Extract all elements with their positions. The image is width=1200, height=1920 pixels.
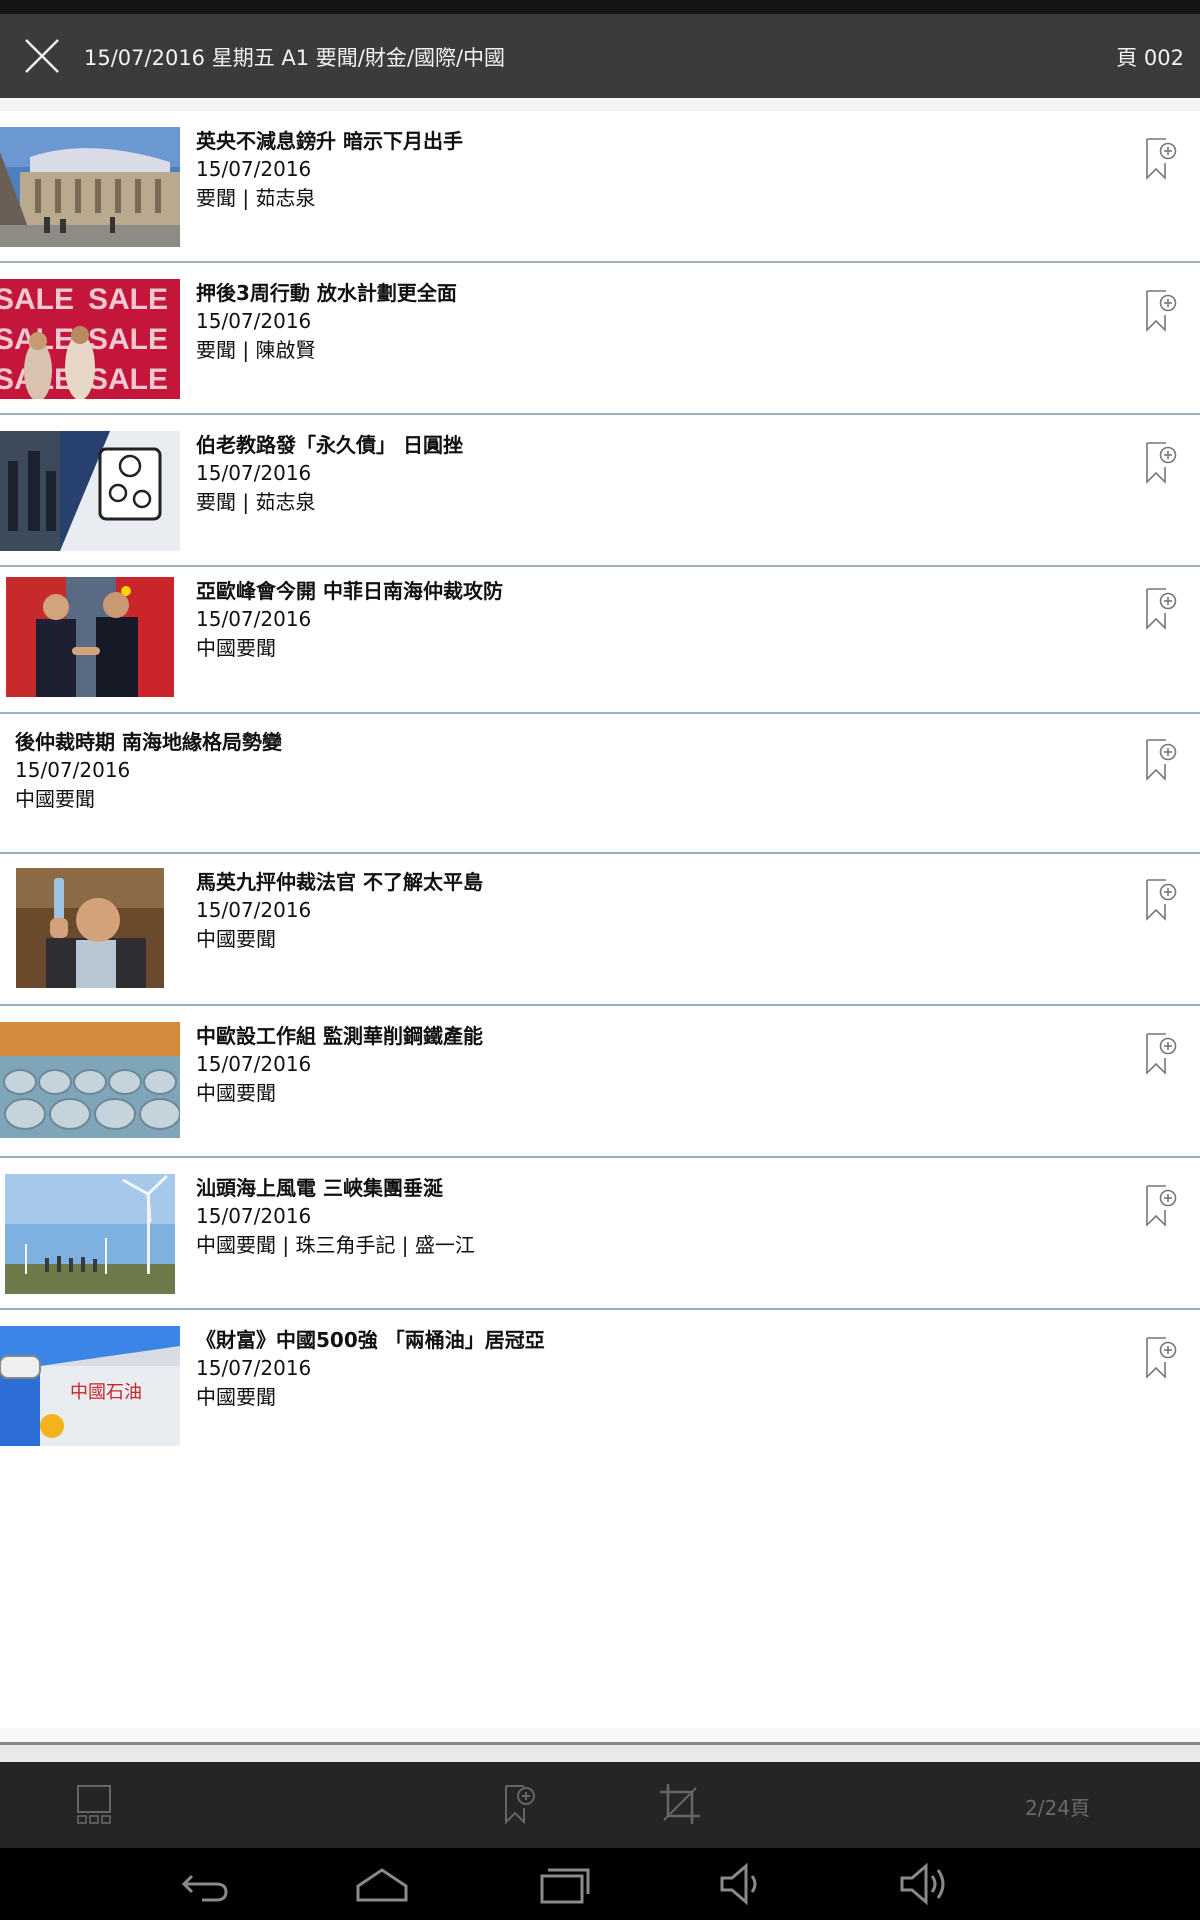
ma-ying-jeou-photo <box>16 868 164 988</box>
article-item[interactable]: 英央不減息鎊升 暗示下月出手 15/07/2016 要聞 | 茹志泉 <box>0 111 1200 263</box>
article-date: 15/07/2016 <box>196 1204 312 1228</box>
article-item[interactable]: 中國石油 《財富》中國500強 「兩桶油」居冠亞 15/07/2016 中國要聞 <box>0 1310 1200 1450</box>
page-counter: 2/24頁 <box>1025 1796 1090 1820</box>
article-item[interactable]: 馬英九抨仲裁法官 不了解太平島 15/07/2016 中國要聞 <box>0 854 1200 1006</box>
article-section-author: 中國要聞 <box>196 636 276 660</box>
steel-coils-photo <box>0 1022 180 1138</box>
list-top-strip <box>0 98 1200 111</box>
petrochina-photo: 中國石油 <box>0 1326 180 1446</box>
article-date: 15/07/2016 <box>196 157 312 181</box>
leaders-handshake-photo <box>6 577 174 697</box>
newspaper-page-edge <box>0 1742 1200 1763</box>
article-headline[interactable]: 伯老教路發「永久債」 日圓挫 <box>196 431 463 459</box>
article-headline[interactable]: 亞歐峰會今開 中菲日南海仲裁攻防 <box>196 577 503 605</box>
crop-icon[interactable] <box>658 1782 702 1826</box>
article-item[interactable]: 伯老教路發「永久債」 日圓挫 15/07/2016 要聞 | 茹志泉 <box>0 415 1200 567</box>
article-date: 15/07/2016 <box>196 898 312 922</box>
bookmark-add-icon[interactable] <box>1144 587 1178 631</box>
article-date: 15/07/2016 <box>196 461 312 485</box>
bookmark-add-icon[interactable] <box>1144 137 1178 181</box>
bookmark-add-icon[interactable] <box>1144 441 1178 485</box>
article-headline[interactable]: 馬英九抨仲裁法官 不了解太平島 <box>196 868 483 896</box>
article-item[interactable]: SALESALE SALESALE SALESALE 押後3周行動 放水計劃更全… <box>0 263 1200 415</box>
article-headline[interactable]: 中歐設工作組 監測華削鋼鐵產能 <box>196 1022 483 1050</box>
article-section-author: 中國要聞 | 珠三角手記 | 盛一江 <box>196 1233 475 1257</box>
volume-down-icon[interactable] <box>712 1862 772 1906</box>
issue-title: 15/07/2016 星期五 A1 要聞/財金/國際/中國 <box>84 46 506 70</box>
page-preview-strip <box>0 1728 1200 1763</box>
article-date: 15/07/2016 <box>15 758 131 782</box>
currency-sign-photo <box>0 431 180 551</box>
bank-of-england-photo <box>0 127 180 247</box>
wind-turbine-photo <box>5 1174 175 1294</box>
close-icon[interactable] <box>22 36 62 76</box>
article-headline[interactable]: 後仲裁時期 南海地緣格局勢變 <box>15 728 282 756</box>
article-section-author: 中國要聞 <box>196 1385 276 1409</box>
article-item[interactable]: 汕頭海上風電 三峽集團垂涎 15/07/2016 中國要聞 | 珠三角手記 | … <box>0 1158 1200 1310</box>
bookmark-add-icon[interactable] <box>1144 878 1178 922</box>
article-section-author: 中國要聞 <box>196 927 276 951</box>
bookmark-add-icon[interactable] <box>498 1782 542 1826</box>
article-date: 15/07/2016 <box>196 1356 312 1380</box>
article-item[interactable]: 亞歐峰會今開 中菲日南海仲裁攻防 15/07/2016 中國要聞 <box>0 567 1200 714</box>
bookmark-add-icon[interactable] <box>1144 1184 1178 1228</box>
home-icon[interactable] <box>352 1862 412 1906</box>
svg-text:中國石油: 中國石油 <box>70 1382 142 1402</box>
top-app-bar: 15/07/2016 星期五 A1 要聞/財金/國際/中國 頁 002 <box>0 14 1200 98</box>
article-section-author: 要聞 | 茹志泉 <box>196 186 316 210</box>
bottom-toolbar: 2/24頁 <box>0 1762 1200 1848</box>
article-headline[interactable]: 汕頭海上風電 三峽集團垂涎 <box>196 1174 475 1202</box>
article-item[interactable]: 後仲裁時期 南海地緣格局勢變 15/07/2016 中國要聞 <box>0 714 1200 854</box>
thumbnail-grid-icon[interactable] <box>72 1782 116 1826</box>
bookmark-add-icon[interactable] <box>1144 738 1178 782</box>
back-icon[interactable] <box>172 1862 232 1906</box>
article-date: 15/07/2016 <box>196 309 312 333</box>
svg-text:SALE: SALE <box>88 283 168 316</box>
system-nav-bar <box>0 1848 1200 1920</box>
article-section-author: 中國要聞 <box>196 1081 276 1105</box>
svg-text:SALE: SALE <box>88 363 168 396</box>
sale-banner-photo: SALESALE SALESALE SALESALE <box>0 279 180 399</box>
article-headline[interactable]: 英央不減息鎊升 暗示下月出手 <box>196 127 463 155</box>
bookmark-add-icon[interactable] <box>1144 1032 1178 1076</box>
article-headline[interactable]: 押後3周行動 放水計劃更全面 <box>196 279 457 307</box>
status-bar <box>0 0 1200 14</box>
article-section-author: 中國要聞 <box>15 787 95 811</box>
article-section-author: 要聞 | 茹志泉 <box>196 490 316 514</box>
bookmark-add-icon[interactable] <box>1144 289 1178 333</box>
page-number: 頁 002 <box>1116 46 1184 70</box>
volume-up-icon[interactable] <box>892 1862 952 1906</box>
article-headline[interactable]: 《財富》中國500強 「兩桶油」居冠亞 <box>196 1326 545 1354</box>
bookmark-add-icon[interactable] <box>1144 1336 1178 1380</box>
article-date: 15/07/2016 <box>196 607 312 631</box>
article-item[interactable]: 中歐設工作組 監測華削鋼鐵產能 15/07/2016 中國要聞 <box>0 1006 1200 1158</box>
article-date: 15/07/2016 <box>196 1052 312 1076</box>
article-section-author: 要聞 | 陳啟賢 <box>196 338 316 362</box>
recent-apps-icon[interactable] <box>534 1862 594 1906</box>
svg-text:SALE: SALE <box>88 323 168 356</box>
article-list: 英央不減息鎊升 暗示下月出手 15/07/2016 要聞 | 茹志泉 SALE S… <box>0 98 1200 1728</box>
svg-text:SALE: SALE <box>0 283 74 316</box>
